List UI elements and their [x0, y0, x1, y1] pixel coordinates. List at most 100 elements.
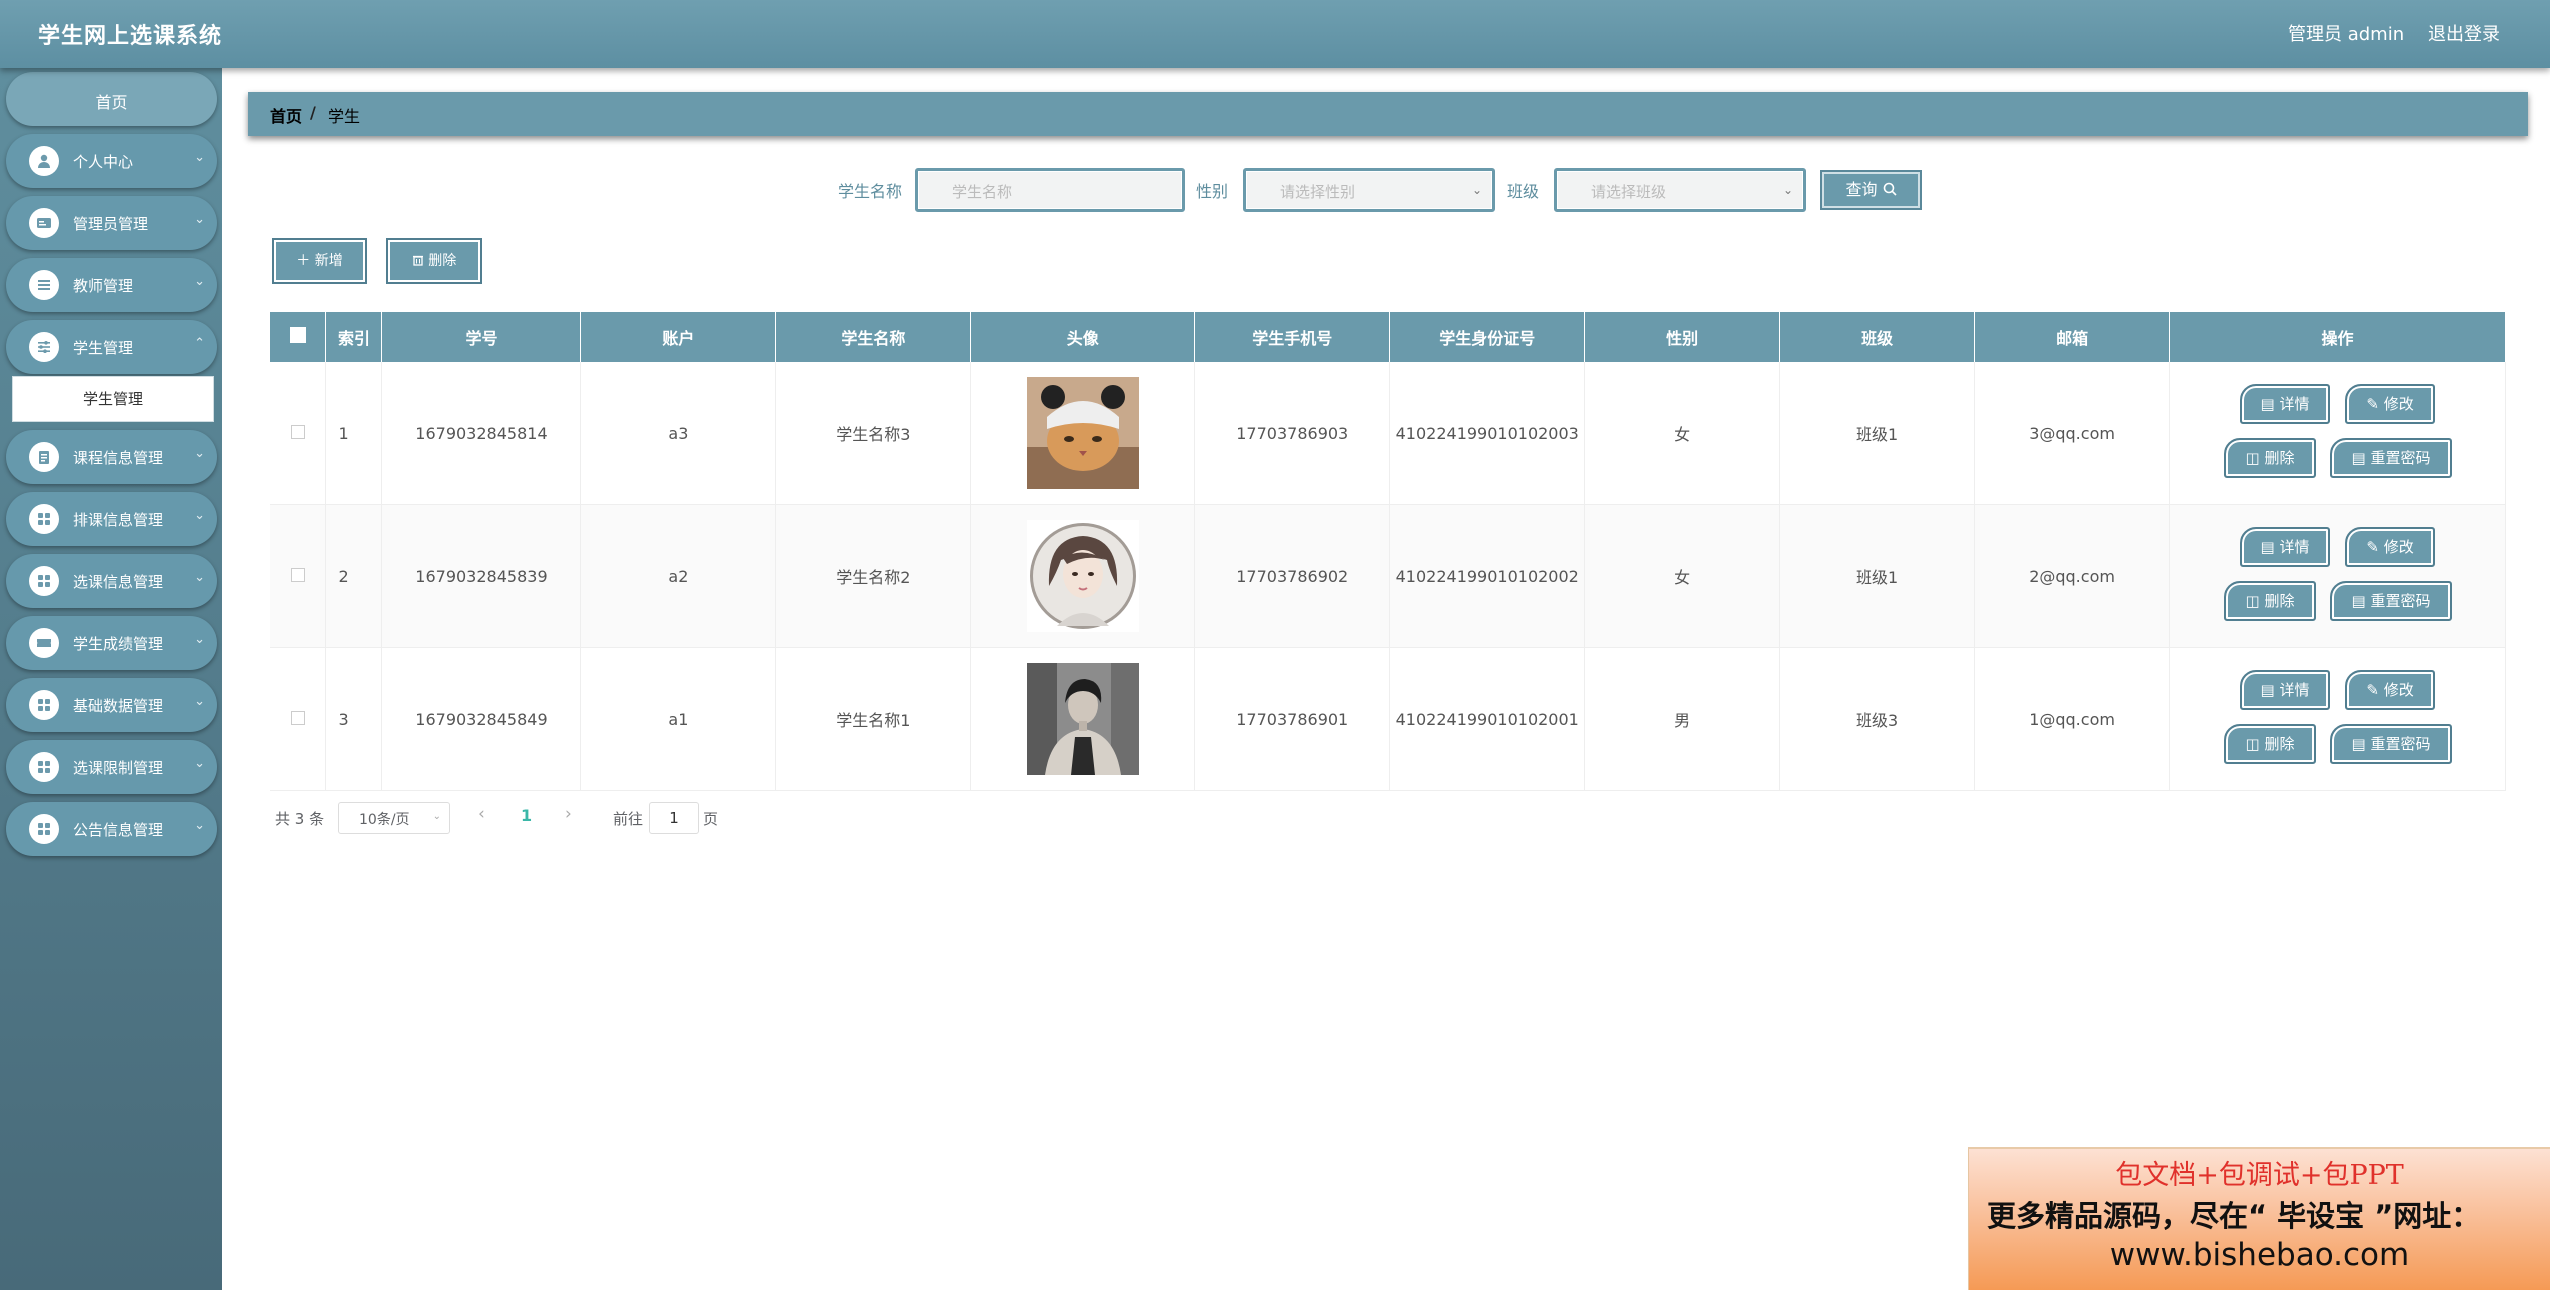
- edit-button[interactable]: ✎ 修改: [2345, 527, 2436, 567]
- sidebar-item-label: 个人中心: [73, 153, 134, 171]
- boy-avatar[interactable]: [1026, 663, 1139, 775]
- admin-label: 管理员 admin: [2288, 24, 2405, 45]
- sidebar-item-schedule[interactable]: 排课信息管理 ⌄: [6, 492, 217, 546]
- top-bar: 学生网上选课系统 管理员 admin 退出登录: [0, 0, 2550, 68]
- promo-url: www.bishebao.com: [2109, 1237, 2410, 1273]
- plus-icon: ＋: [296, 253, 311, 269]
- select-all-checkbox[interactable]: [270, 312, 327, 362]
- chevron-down-icon: ⌄: [194, 274, 205, 289]
- reset-password-button[interactable]: ▤ 重置密码: [2330, 581, 2453, 621]
- delete-button[interactable]: ◫ 删除: [2224, 581, 2317, 621]
- chevron-down-icon: ⌄: [194, 818, 205, 833]
- edit-button-label: 修改: [2383, 681, 2414, 699]
- logout-link[interactable]: 退出登录: [2428, 20, 2500, 46]
- table-row: 3 1679032845849 a1 学生名称1 17703786901 410…: [270, 647, 2506, 791]
- chevron-down-icon: ⌄: [1782, 183, 1793, 197]
- cell-name: 学生名称1: [775, 647, 972, 791]
- sidebar-item-course[interactable]: 课程信息管理 ⌄: [6, 430, 217, 484]
- chevron-up-icon: ⌃: [194, 336, 205, 351]
- list-icon: [29, 270, 59, 300]
- reset-password-button[interactable]: ▤ 重置密码: [2330, 724, 2453, 764]
- page-number-current[interactable]: 1: [521, 806, 532, 825]
- edit-button[interactable]: ✎ 修改: [2345, 670, 2436, 710]
- chevron-down-icon: ⌄: [194, 212, 205, 227]
- sidebar-item-label: 选课限制管理: [73, 759, 164, 777]
- add-button[interactable]: ＋ 新增: [272, 238, 367, 284]
- grid-icon: [29, 814, 59, 844]
- cell-actions: ▤ 详情 ✎ 修改 ◫ 删除 ▤ 重置密码: [2169, 362, 2506, 505]
- goto-page-input[interactable]: 1: [649, 802, 699, 834]
- chevron-down-icon: ⌄: [432, 811, 441, 822]
- sidebar-item-label: 课程信息管理: [73, 449, 164, 467]
- row-checkbox[interactable]: [270, 504, 327, 648]
- detail-button[interactable]: ▤ 详情: [2240, 670, 2331, 710]
- table-header-row: 索引 学号 账户 学生名称 头像 学生手机号 学生身份证号 性别 班级 邮箱 操…: [270, 312, 2506, 362]
- column-header-phone: 学生手机号: [1194, 312, 1391, 362]
- promo-line-2: 更多精品源码，尽在“ 毕设宝 ”网址：: [1987, 1199, 2481, 1233]
- page-size-select[interactable]: 10条/页 ⌄: [338, 802, 450, 834]
- next-page-icon[interactable]: ›: [565, 804, 572, 824]
- cell-avatar: [970, 362, 1196, 505]
- column-header-avatar: 头像: [970, 312, 1196, 362]
- goto-label: 前往: [613, 810, 644, 828]
- document-icon: ▤: [2351, 592, 2366, 610]
- girl-avatar[interactable]: [1026, 520, 1139, 632]
- delete-button-label: 删除: [2264, 592, 2295, 610]
- sidebar-item-selection-limit[interactable]: 选课限制管理 ⌄: [6, 740, 217, 794]
- sidebar-item-basic-data[interactable]: 基础数据管理 ⌄: [6, 678, 217, 732]
- sidebar-item-course-selection[interactable]: 选课信息管理 ⌄: [6, 554, 217, 608]
- detail-button[interactable]: ▤ 详情: [2240, 384, 2331, 424]
- sidebar-item-home[interactable]: 首页: [6, 72, 217, 126]
- class-select[interactable]: 请选择班级 ⌄: [1554, 168, 1806, 212]
- prev-page-icon[interactable]: ‹: [478, 804, 485, 824]
- cell-class: 班级1: [1779, 362, 1976, 505]
- sidebar-item-student[interactable]: 学生管理 ⌃: [6, 320, 217, 374]
- cell-index: 2: [325, 504, 383, 648]
- cell-actions: ▤ 详情 ✎ 修改 ◫ 删除 ▤ 重置密码: [2169, 504, 2506, 648]
- delete-button-label: 删除: [2264, 735, 2295, 753]
- column-header-account: 账户: [580, 312, 777, 362]
- chevron-down-icon: ⌄: [194, 570, 205, 585]
- cat-avatar[interactable]: [1026, 377, 1139, 489]
- name-filter-input[interactable]: 学生名称: [915, 168, 1185, 212]
- sidebar-item-grades[interactable]: 学生成绩管理 ⌄: [6, 616, 217, 670]
- batch-delete-button[interactable]: 删除: [386, 238, 482, 284]
- trash-icon: [412, 253, 428, 269]
- pagination-total: 共 3 条: [275, 810, 325, 828]
- sidebar-item-personal-center[interactable]: 个人中心 ⌄: [6, 134, 217, 188]
- gender-select[interactable]: 请选择性别 ⌄: [1243, 168, 1495, 212]
- cell-account: a3: [580, 362, 777, 505]
- cell-class: 班级3: [1779, 647, 1976, 791]
- chevron-down-icon: ⌄: [194, 508, 205, 523]
- breadcrumb-home[interactable]: 首页: [270, 103, 302, 127]
- app-title: 学生网上选课系统: [38, 24, 223, 49]
- reset-password-button-label: 重置密码: [2370, 592, 2431, 610]
- sidebar-item-admin[interactable]: 管理员管理 ⌄: [6, 196, 217, 250]
- reset-password-button[interactable]: ▤ 重置密码: [2330, 438, 2453, 478]
- cell-gender: 女: [1584, 362, 1781, 505]
- cell-account: a2: [580, 504, 777, 648]
- promo-banner: 包文档+包调试+包PPT 更多精品源码，尽在“ 毕设宝 ”网址： www.bis…: [1968, 1147, 2550, 1290]
- cell-avatar: [970, 504, 1196, 648]
- user-icon: [29, 146, 59, 176]
- query-button[interactable]: 查询: [1820, 170, 1922, 210]
- detail-button[interactable]: ▤ 详情: [2240, 527, 2331, 567]
- sidebar-item-label: 学生管理: [73, 339, 134, 357]
- delete-button[interactable]: ◫ 删除: [2224, 438, 2317, 478]
- cell-index: 3: [325, 647, 383, 791]
- sidebar-item-teacher[interactable]: 教师管理 ⌄: [6, 258, 217, 312]
- row-checkbox[interactable]: [270, 362, 327, 505]
- delete-button[interactable]: ◫ 删除: [2224, 724, 2317, 764]
- add-button-label: 新增: [314, 253, 343, 269]
- sidebar-item-label: 学生成绩管理: [73, 635, 164, 653]
- detail-button-label: 详情: [2279, 681, 2310, 699]
- sidebar-item-label: 管理员管理: [73, 215, 149, 233]
- trash-icon: ◫: [2245, 449, 2260, 467]
- chevron-down-icon: ⌄: [194, 694, 205, 709]
- sidebar-item-announcement[interactable]: 公告信息管理 ⌄: [6, 802, 217, 856]
- row-checkbox[interactable]: [270, 647, 327, 791]
- breadcrumb-current: 学生: [328, 107, 361, 126]
- column-header-id-card: 学生身份证号: [1389, 312, 1586, 362]
- edit-button[interactable]: ✎ 修改: [2345, 384, 2436, 424]
- sidebar-subitem-student-management[interactable]: 学生管理: [12, 376, 214, 422]
